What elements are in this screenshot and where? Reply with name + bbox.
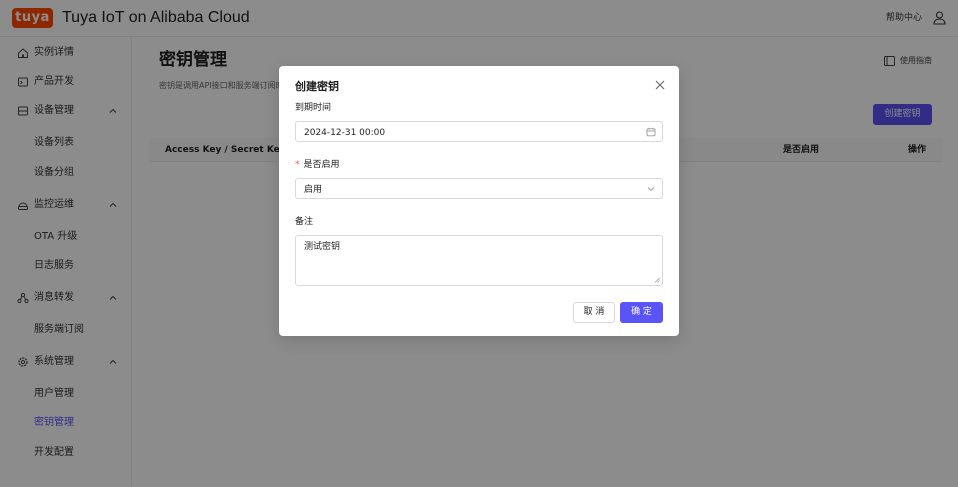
enabled-label: * 是否启用 <box>295 159 340 171</box>
remark-value: 测试密钥 <box>304 242 341 252</box>
enabled-label-text: 是否启用 <box>303 160 340 170</box>
calendar-icon <box>646 127 656 137</box>
dialog-title: 创建密钥 <box>295 80 339 93</box>
chevron-down-icon <box>647 187 655 192</box>
remark-textarea[interactable]: 测试密钥 <box>295 235 663 286</box>
expire-time-label: 到期时间 <box>295 103 332 113</box>
remark-label: 备注 <box>295 217 314 227</box>
close-icon[interactable] <box>653 78 667 92</box>
enabled-select-value: 启用 <box>304 185 323 195</box>
resize-handle-icon[interactable] <box>654 277 660 283</box>
required-mark: * <box>295 160 300 170</box>
enabled-select[interactable]: 启用 <box>295 178 663 199</box>
cancel-button[interactable]: 取 消 <box>573 302 615 323</box>
create-key-dialog: 创建密钥 到期时间 2024-12-31 00:00 * 是否启用 启用 备注 测… <box>279 66 679 336</box>
confirm-button[interactable]: 确 定 <box>620 302 663 323</box>
expire-time-value: 2024-12-31 00:00 <box>304 128 386 138</box>
expire-time-picker[interactable]: 2024-12-31 00:00 <box>295 121 663 142</box>
